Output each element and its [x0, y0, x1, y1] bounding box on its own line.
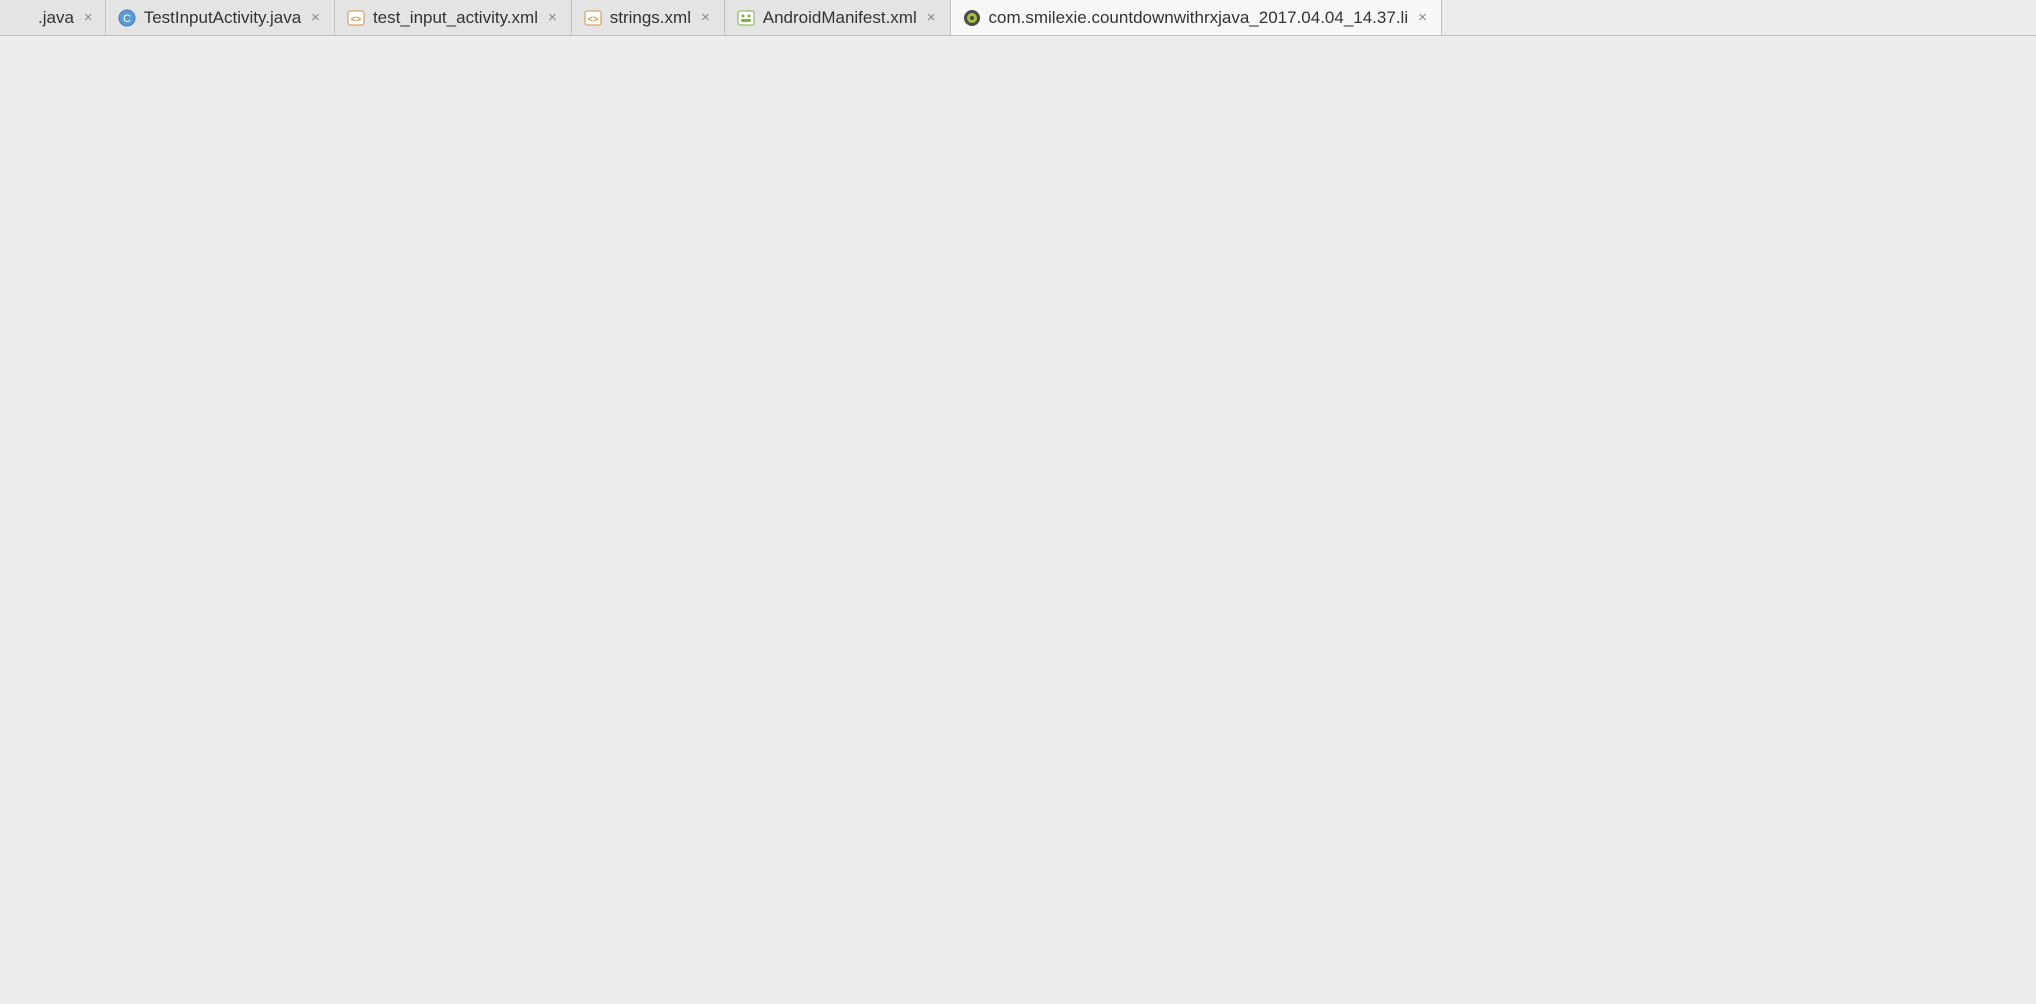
xml-orange-icon: <> — [584, 9, 602, 27]
tab-label: test_input_activity.xml — [373, 8, 538, 28]
editor-tab[interactable]: <> strings.xml × — [572, 0, 725, 35]
c-class-icon: C — [118, 9, 136, 27]
tab-label: AndroidManifest.xml — [763, 8, 917, 28]
svg-text:<>: <> — [351, 14, 362, 24]
xml-android-icon — [737, 9, 755, 27]
tab-label: strings.xml — [610, 8, 691, 28]
tab-label: TestInputActivity.java — [144, 8, 301, 28]
close-icon[interactable]: × — [309, 9, 322, 26]
close-icon[interactable]: × — [1416, 9, 1429, 26]
editor-tab[interactable]: <> test_input_activity.xml × — [335, 0, 572, 35]
editor-tab[interactable]: com.smilexie.countdownwithrxjava_2017.04… — [951, 0, 1442, 35]
editor-tab[interactable]: .java × — [0, 0, 106, 35]
close-icon[interactable]: × — [546, 9, 559, 26]
svg-text:<>: <> — [587, 14, 598, 24]
editor-tabs: .java × C TestInputActivity.java × <> test_inp… — [0, 0, 2036, 36]
svg-text:C: C — [123, 13, 131, 25]
tab-label: com.smilexie.countdownwithrxjava_2017.04… — [989, 8, 1409, 28]
layout-inspector-icon — [963, 9, 981, 27]
close-icon[interactable]: × — [699, 9, 712, 26]
tab-label: .java — [38, 8, 74, 28]
close-icon[interactable]: × — [82, 9, 95, 26]
editor-tab[interactable]: C TestInputActivity.java × — [106, 0, 335, 35]
editor-tab[interactable]: AndroidManifest.xml × — [725, 0, 951, 35]
close-icon[interactable]: × — [925, 9, 938, 26]
xml-orange-icon: <> — [347, 9, 365, 27]
java-icon — [12, 9, 30, 27]
